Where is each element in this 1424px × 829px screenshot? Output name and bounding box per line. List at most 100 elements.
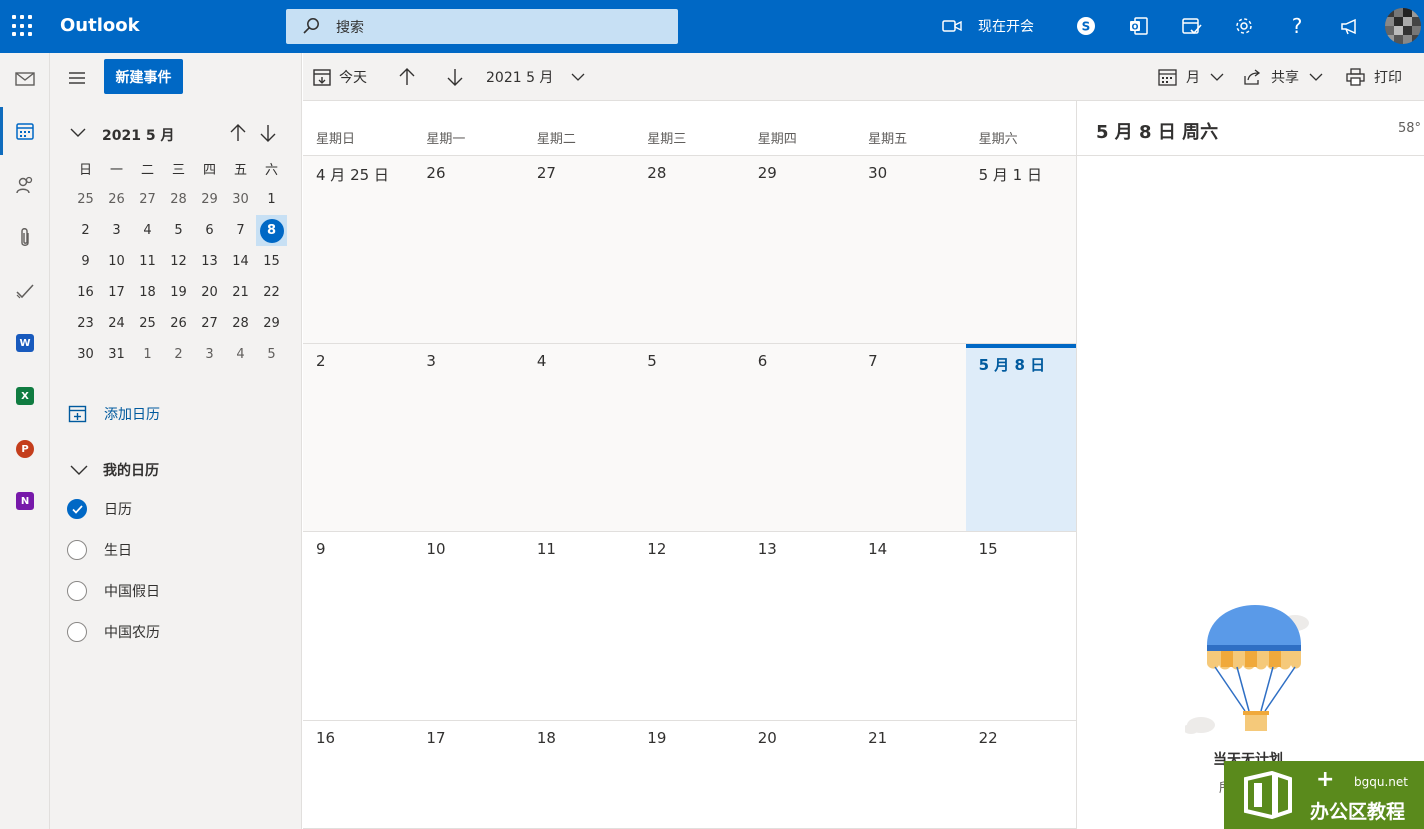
day-cell[interactable]: 14 — [855, 532, 965, 720]
day-cell[interactable]: 27 — [524, 156, 634, 343]
day-cell[interactable]: 7 — [855, 344, 965, 531]
day-cell[interactable]: 12 — [634, 532, 744, 720]
office-button[interactable]: O — [1129, 14, 1149, 38]
app-name[interactable]: Outlook — [60, 15, 140, 36]
mini-day[interactable]: 28 — [225, 308, 256, 339]
mini-day[interactable]: 24 — [101, 308, 132, 339]
rail-files[interactable] — [0, 214, 50, 262]
mini-day[interactable]: 23 — [70, 308, 101, 339]
view-switcher[interactable]: 月 — [1158, 65, 1224, 89]
mini-day-selected[interactable]: 8 — [256, 215, 287, 246]
chevron-down-icon[interactable] — [70, 128, 86, 138]
hamburger-menu-icon[interactable] — [68, 72, 86, 84]
weather-temperature[interactable]: 58° — [1398, 121, 1421, 136]
rail-word[interactable]: W — [0, 319, 50, 367]
mini-day[interactable]: 19 — [163, 277, 194, 308]
day-cell[interactable]: 6 — [745, 344, 855, 531]
day-cell[interactable]: 18 — [524, 721, 634, 828]
day-cell[interactable]: 5 月 1 日 — [966, 156, 1076, 343]
calendar-checkbox-checked[interactable] — [67, 499, 87, 519]
day-cell[interactable]: 22 — [966, 721, 1076, 828]
rail-todo[interactable] — [0, 267, 50, 315]
mini-day[interactable]: 25 — [132, 308, 163, 339]
mini-day[interactable]: 1 — [132, 339, 163, 370]
mini-day[interactable]: 1 — [256, 184, 287, 215]
day-cell[interactable]: 3 — [413, 344, 523, 531]
mini-day[interactable]: 22 — [256, 277, 287, 308]
mini-day[interactable]: 2 — [70, 215, 101, 246]
day-cell[interactable]: 13 — [745, 532, 855, 720]
mini-day[interactable]: 30 — [225, 184, 256, 215]
mini-day[interactable]: 27 — [132, 184, 163, 215]
mini-day[interactable]: 2 — [163, 339, 194, 370]
mini-day[interactable]: 30 — [70, 339, 101, 370]
day-cell[interactable]: 11 — [524, 532, 634, 720]
help-button[interactable]: ? — [1289, 14, 1305, 38]
day-cell[interactable]: 28 — [634, 156, 744, 343]
mini-day[interactable]: 3 — [101, 215, 132, 246]
mini-day[interactable]: 27 — [194, 308, 225, 339]
rail-powerpoint[interactable]: P — [0, 425, 50, 473]
calendar-item-lunar[interactable]: 中国农历 — [67, 622, 160, 642]
mini-day[interactable]: 18 — [132, 277, 163, 308]
share-button[interactable]: 共享 — [1243, 65, 1323, 89]
day-cell[interactable]: 26 — [413, 156, 523, 343]
mini-day[interactable]: 9 — [70, 246, 101, 277]
mini-day[interactable]: 26 — [101, 184, 132, 215]
mini-day[interactable]: 16 — [70, 277, 101, 308]
mini-day[interactable]: 5 — [256, 339, 287, 370]
add-calendar-link[interactable]: 添加日历 — [68, 404, 160, 424]
mini-calendar-title[interactable]: 2021 5 月 — [102, 125, 174, 145]
period-picker[interactable]: 2021 5 月 — [486, 65, 585, 89]
day-cell[interactable]: 4 — [524, 344, 634, 531]
today-button[interactable]: 今天 — [313, 65, 367, 89]
day-cell[interactable]: 19 — [634, 721, 744, 828]
new-event-button[interactable]: 新建事件 — [104, 59, 183, 94]
day-cell[interactable]: 29 — [745, 156, 855, 343]
mini-day[interactable]: 12 — [163, 246, 194, 277]
day-cell[interactable]: 9 — [303, 532, 413, 720]
print-button[interactable]: 打印 — [1346, 65, 1402, 89]
day-cell[interactable]: 5 — [634, 344, 744, 531]
skype-button[interactable]: S — [1076, 14, 1096, 38]
day-cell[interactable]: 17 — [413, 721, 523, 828]
search-placeholder[interactable]: 搜索 — [336, 17, 364, 37]
mini-day[interactable]: 17 — [101, 277, 132, 308]
rail-calendar[interactable] — [0, 107, 50, 155]
search-box[interactable]: 搜索 — [286, 9, 678, 44]
day-cell[interactable]: 30 — [855, 156, 965, 343]
settings-button[interactable] — [1234, 14, 1254, 38]
day-cell[interactable]: 16 — [303, 721, 413, 828]
arrow-up-icon[interactable] — [229, 123, 247, 143]
mini-day[interactable]: 26 — [163, 308, 194, 339]
mini-day[interactable]: 14 — [225, 246, 256, 277]
mini-day[interactable]: 13 — [194, 246, 225, 277]
my-day-button[interactable] — [1181, 14, 1203, 38]
rail-mail[interactable] — [0, 55, 50, 103]
calendar-item-calendar[interactable]: 日历 — [67, 499, 132, 519]
mini-day[interactable]: 11 — [132, 246, 163, 277]
mini-day[interactable]: 4 — [225, 339, 256, 370]
day-cell-today[interactable]: 5 月 8 日 — [965, 344, 1076, 531]
calendar-item-holidays[interactable]: 中国假日 — [67, 581, 160, 601]
avatar[interactable] — [1385, 8, 1421, 44]
mini-day[interactable]: 10 — [101, 246, 132, 277]
meet-now-button[interactable]: 现在开会 — [942, 14, 1034, 38]
mini-day[interactable]: 31 — [101, 339, 132, 370]
mini-day[interactable]: 20 — [194, 277, 225, 308]
calendar-item-birthdays[interactable]: 生日 — [67, 540, 132, 560]
mini-day[interactable]: 5 — [163, 215, 194, 246]
calendar-checkbox[interactable] — [67, 540, 87, 560]
next-button[interactable] — [446, 65, 464, 89]
mini-day[interactable]: 29 — [194, 184, 225, 215]
mini-day[interactable]: 25 — [70, 184, 101, 215]
rail-excel[interactable]: X — [0, 372, 50, 420]
day-cell[interactable]: 20 — [745, 721, 855, 828]
mini-day[interactable]: 3 — [194, 339, 225, 370]
day-cell[interactable]: 21 — [855, 721, 965, 828]
day-cell[interactable]: 2 — [303, 344, 413, 531]
app-launcher-icon[interactable] — [12, 15, 34, 37]
calendar-checkbox[interactable] — [67, 581, 87, 601]
mini-day[interactable]: 4 — [132, 215, 163, 246]
rail-people[interactable] — [0, 161, 50, 209]
